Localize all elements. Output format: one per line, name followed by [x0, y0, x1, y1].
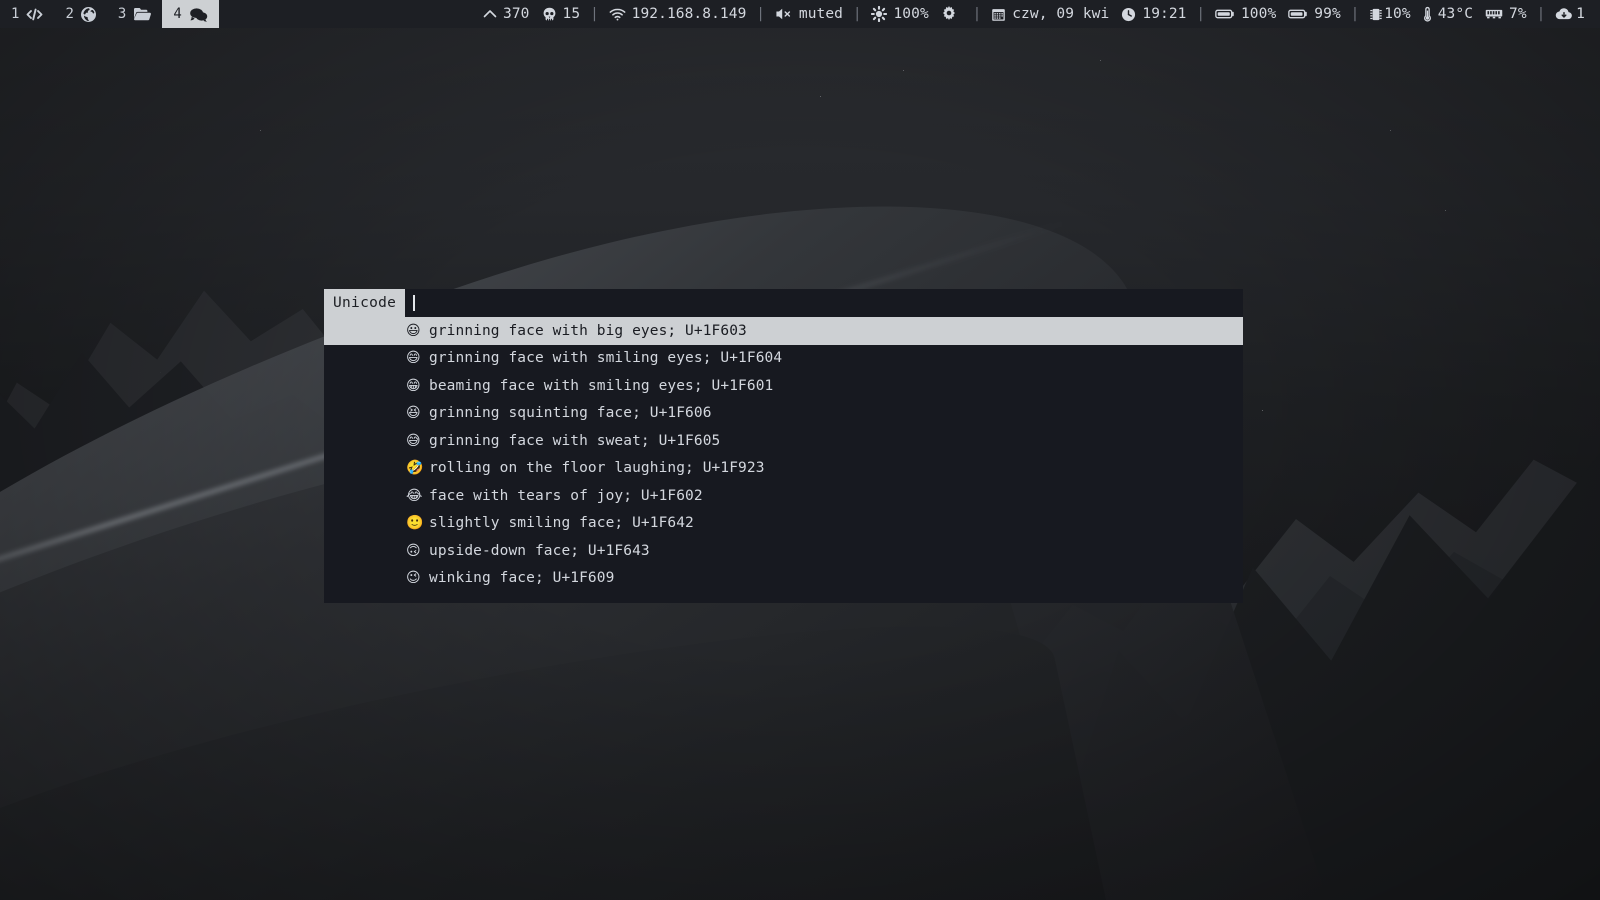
- battery-main-indicator[interactable]: 100%: [1209, 6, 1282, 22]
- cpu-value: 10%: [1384, 6, 1411, 22]
- result-row[interactable]: 😉 winking face; U+1F609: [324, 565, 1243, 593]
- network-indicator[interactable]: 192.168.8.149: [603, 6, 753, 22]
- emoji-glyph: 😃: [406, 322, 421, 339]
- uptime-value: 370: [503, 6, 530, 22]
- clock-icon: [1121, 7, 1136, 22]
- result-row[interactable]: 🙂 slightly smiling face; U+1F642: [324, 510, 1243, 538]
- emoji-glyph: 😁: [406, 377, 421, 394]
- text-caret: [413, 295, 416, 311]
- cpu-indicator[interactable]: 10%: [1363, 6, 1417, 22]
- unicode-picker-dialog: Unicode 😃 grinning face with big eyes; U…: [324, 289, 1243, 603]
- cpu-chip-icon: [1369, 7, 1383, 22]
- tray-separator: |: [756, 6, 765, 22]
- emoji-glyph: 😆: [406, 405, 421, 422]
- settings-indicator[interactable]: [935, 6, 969, 22]
- result-row[interactable]: 😆 grinning squinting face; U+1F606: [324, 400, 1243, 428]
- process-count-indicator[interactable]: 15: [536, 6, 587, 22]
- battery-icon: [1215, 8, 1235, 20]
- result-row[interactable]: 😁 beaming face with smiling eyes; U+1F60…: [324, 372, 1243, 400]
- emoji-glyph: 🤣: [406, 460, 424, 477]
- temperature-indicator[interactable]: 43°C: [1417, 6, 1479, 22]
- globe-icon: [80, 6, 96, 22]
- date-value: czw, 09 kwi: [1012, 6, 1110, 22]
- results-list: 😃 grinning face with big eyes; U+1F603 😄…: [324, 317, 1243, 603]
- result-label: grinning squinting face; U+1F606: [429, 405, 712, 422]
- updates-value: 1: [1576, 6, 1585, 22]
- result-label: beaming face with smiling eyes; U+1F601: [429, 377, 774, 394]
- result-row[interactable]: 😄 grinning face with smiling eyes; U+1F6…: [324, 345, 1243, 373]
- temperature-value: 43°C: [1437, 6, 1474, 22]
- battery-secondary-indicator[interactable]: 99%: [1282, 6, 1347, 22]
- thermometer-icon: [1423, 6, 1432, 22]
- wifi-icon: [609, 8, 626, 21]
- result-row[interactable]: 🙃 upside-down face; U+1F643: [324, 537, 1243, 565]
- workspace-number: 1: [11, 6, 20, 22]
- workspace-item-3[interactable]: 3: [107, 0, 162, 28]
- workspace-number: 3: [117, 6, 127, 22]
- emoji-glyph: 😄: [406, 350, 421, 367]
- ram-icon: [1485, 8, 1503, 20]
- workspace-list: 1 2 3 4: [0, 0, 219, 28]
- memory-indicator[interactable]: 7%: [1479, 6, 1533, 22]
- tray-separator: |: [853, 6, 862, 22]
- cloud-download-icon: [1555, 7, 1573, 21]
- tray-separator: |: [1196, 6, 1205, 22]
- emoji-glyph: 🙂: [406, 515, 424, 532]
- workspace-item-4[interactable]: 4: [162, 0, 219, 28]
- brightness-sun-icon: [871, 6, 888, 22]
- workspace-item-2[interactable]: 2: [54, 0, 106, 28]
- process-count-value: 15: [562, 6, 581, 22]
- clock-value: 19:21: [1142, 6, 1187, 22]
- tray-separator: |: [1350, 6, 1360, 22]
- chevron-up-icon: [483, 9, 497, 19]
- result-label: winking face; U+1F609: [429, 570, 615, 587]
- gear-icon: [941, 6, 957, 22]
- battery-main-value: 100%: [1240, 6, 1277, 22]
- battery-secondary-value: 99%: [1314, 6, 1341, 22]
- result-row[interactable]: 😂 face with tears of joy; U+1F602: [324, 482, 1243, 510]
- chat-bubbles-icon: [189, 7, 208, 22]
- volume-indicator[interactable]: muted: [769, 6, 849, 22]
- search-input[interactable]: [405, 289, 1243, 317]
- battery-icon: [1288, 8, 1308, 20]
- volume-value: muted: [798, 6, 844, 22]
- result-row[interactable]: 🤣 rolling on the floor laughing; U+1F923: [324, 455, 1243, 483]
- result-label: grinning face with big eyes; U+1F603: [429, 322, 747, 339]
- speaker-muted-icon: [775, 7, 793, 21]
- emoji-glyph: 🙃: [406, 542, 421, 559]
- workspace-item-1[interactable]: 1: [0, 0, 54, 28]
- result-label: upside-down face; U+1F643: [429, 542, 650, 559]
- calendar-icon: [991, 7, 1006, 22]
- result-label: slightly smiling face; U+1F642: [429, 515, 694, 532]
- prompt-row: Unicode: [324, 289, 1243, 317]
- emoji-glyph: 😅: [406, 432, 421, 449]
- clock-indicator[interactable]: 19:21: [1115, 6, 1192, 22]
- result-label: face with tears of joy; U+1F602: [429, 487, 703, 504]
- system-tray: 370 15 | 192.168.8.149 | muted | 100% | …: [477, 0, 1600, 28]
- tray-separator: |: [1536, 6, 1546, 22]
- result-row[interactable]: 😅 grinning face with sweat; U+1F605: [324, 427, 1243, 455]
- network-value: 192.168.8.149: [631, 6, 747, 22]
- result-label: grinning face with sweat; U+1F605: [429, 432, 721, 449]
- status-bar: 1 2 3 4 370 15 | 192.168.8.149 | muted |…: [0, 0, 1600, 28]
- brightness-value: 100%: [893, 6, 929, 22]
- workspace-number: 2: [65, 6, 74, 22]
- prompt-label: Unicode: [324, 289, 406, 317]
- tray-separator: |: [590, 6, 599, 22]
- brightness-indicator[interactable]: 100%: [865, 6, 934, 22]
- date-indicator[interactable]: czw, 09 kwi: [985, 6, 1115, 22]
- workspace-number: 4: [173, 6, 182, 22]
- result-label: rolling on the floor laughing; U+1F923: [429, 460, 765, 477]
- folder-open-icon: [133, 7, 152, 21]
- emoji-glyph: 😂: [406, 487, 423, 504]
- tray-separator: |: [972, 6, 982, 22]
- memory-value: 7%: [1509, 6, 1527, 22]
- emoji-glyph: 😉: [406, 570, 421, 587]
- uptime-indicator[interactable]: 370: [477, 6, 536, 22]
- skull-icon: [542, 7, 557, 22]
- result-label: grinning face with smiling eyes; U+1F604: [429, 350, 783, 367]
- updates-indicator[interactable]: 1: [1549, 6, 1591, 22]
- code-icon: [26, 7, 43, 22]
- result-row[interactable]: 😃 grinning face with big eyes; U+1F603: [324, 317, 1243, 345]
